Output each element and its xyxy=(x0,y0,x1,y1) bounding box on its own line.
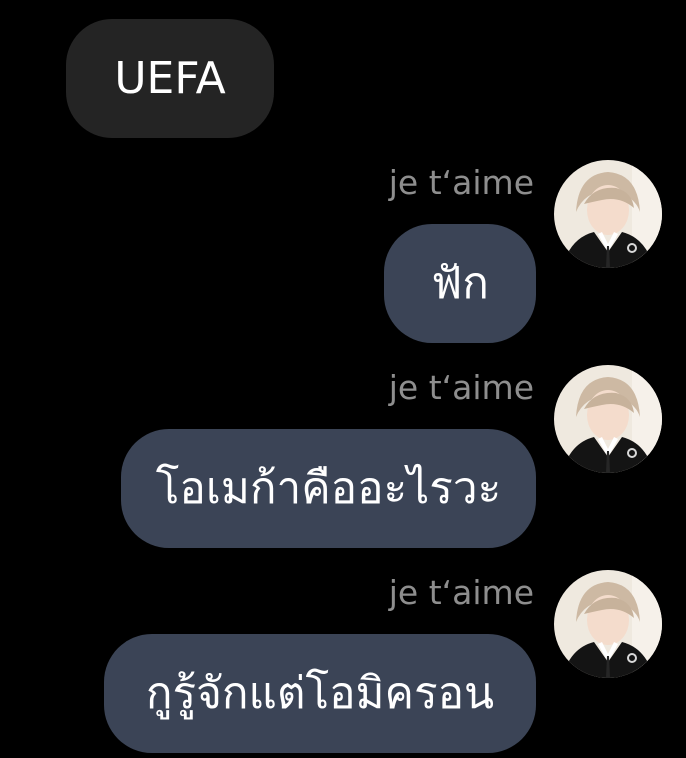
message-text: ฟัก xyxy=(431,257,489,309)
profile-photo-avatar[interactable] xyxy=(554,365,662,473)
message-text: โอเมก้าคืออะไรวะ xyxy=(155,462,502,514)
profile-photo-avatar-icon xyxy=(554,570,662,678)
profile-photo-avatar[interactable] xyxy=(554,160,662,268)
message-text: กูรู้จักแต่โอมิครอน xyxy=(145,667,495,719)
incoming-message-bubble[interactable]: UEFA xyxy=(66,19,274,138)
profile-photo-avatar-icon xyxy=(554,160,662,268)
profile-photo-avatar-icon xyxy=(554,365,662,473)
outgoing-message-bubble[interactable]: กูรู้จักแต่โอมิครอน xyxy=(104,634,536,753)
message-text: UEFA xyxy=(114,52,226,104)
chat-thread: UEFA je t‘aime ฟัก je t‘aime โอเมก้าคืออ… xyxy=(0,0,686,758)
outgoing-message-bubble[interactable]: ฟัก xyxy=(384,224,536,343)
profile-photo-avatar[interactable] xyxy=(554,570,662,678)
outgoing-message-bubble[interactable]: โอเมก้าคืออะไรวะ xyxy=(121,429,536,548)
sender-name: je t‘aime xyxy=(388,368,534,407)
sender-name: je t‘aime xyxy=(388,163,534,202)
sender-name: je t‘aime xyxy=(388,573,534,612)
